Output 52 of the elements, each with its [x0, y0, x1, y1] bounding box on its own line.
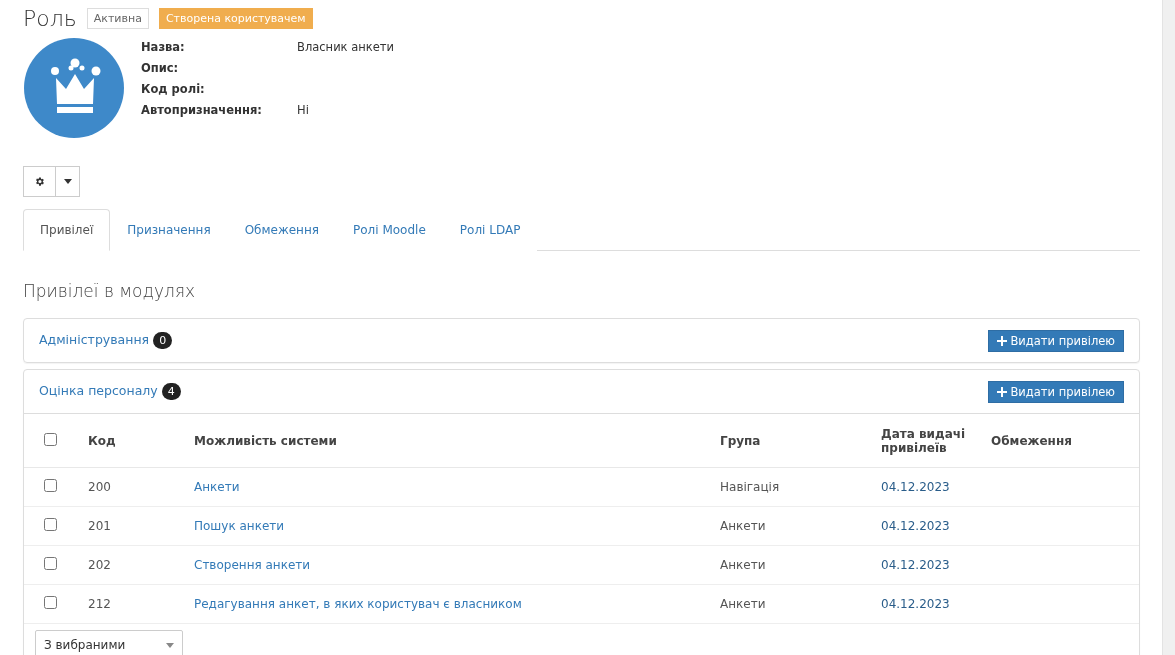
code-cell: 212 — [80, 584, 186, 624]
row-checkbox[interactable] — [44, 518, 57, 531]
capability-link[interactable]: Пошук анкети — [194, 519, 285, 533]
row-checkbox[interactable] — [44, 557, 57, 570]
detail-label: Опис: — [141, 61, 180, 75]
date-cell: 04.12.2023 — [873, 584, 983, 624]
group-cell: Анкети — [712, 584, 873, 624]
capability-link[interactable]: Створення анкети — [194, 558, 311, 572]
caret-icon — [166, 642, 174, 648]
detail-value: Власник анкети — [297, 40, 394, 54]
detail-value: Ні — [297, 103, 310, 117]
grant-privilege-button[interactable]: Видати привілею — [988, 380, 1124, 403]
detail-label: Автопризначення: — [141, 103, 263, 117]
detail-label: Код ролі: — [141, 82, 206, 96]
gear-icon — [34, 176, 45, 187]
column-header: Обмеження — [991, 433, 1072, 448]
column-header: Код — [88, 433, 116, 448]
date-cell: 04.12.2023 — [873, 467, 983, 507]
caret-icon — [63, 179, 72, 184]
group-cell: Анкети — [712, 506, 873, 546]
date-cell: 04.12.2023 — [873, 545, 983, 585]
plus-icon — [997, 335, 1008, 346]
page-title: Роль — [23, 6, 77, 31]
code-cell: 201 — [80, 506, 186, 546]
bulk-action-select[interactable]: З вибраними — [35, 630, 183, 655]
grant-privilege-button[interactable]: Видати привілею — [988, 329, 1124, 352]
select-all-checkbox[interactable] — [44, 432, 57, 446]
plus-icon — [997, 386, 1008, 397]
row-checkbox[interactable] — [44, 596, 57, 609]
row-checkbox[interactable] — [44, 479, 57, 492]
detail-label: Назва: — [141, 40, 186, 54]
date-cell: 04.12.2023 — [873, 506, 983, 546]
module-link[interactable]: Оцінка персоналу — [39, 383, 158, 398]
group-cell: Анкети — [712, 545, 873, 585]
status-badge: Активна — [86, 8, 149, 29]
section-title: Привілеї в модулях — [23, 281, 197, 301]
tab[interactable]: Привілеї — [23, 209, 111, 251]
column-header: Можливість системи — [194, 433, 337, 448]
status-badge: Створена користувачем — [158, 8, 313, 29]
column-header: Дата видачі привілеїв — [881, 426, 966, 455]
capability-link[interactable]: Анкети — [194, 480, 240, 494]
capability-link[interactable]: Редагування анкет, в яких користувач є власником — [194, 597, 522, 611]
code-cell: 202 — [80, 545, 186, 585]
dropdown-toggle[interactable] — [55, 166, 80, 197]
group-cell: Навігація — [712, 467, 873, 507]
code-cell: 200 — [80, 467, 186, 507]
module-link[interactable]: Адміністрування — [39, 332, 150, 347]
count-badge: 0 — [153, 332, 173, 349]
count-badge: 4 — [161, 383, 181, 400]
scrollbar[interactable] — [1162, 0, 1175, 655]
settings-button[interactable] — [23, 166, 56, 197]
column-header: Група — [720, 433, 761, 448]
